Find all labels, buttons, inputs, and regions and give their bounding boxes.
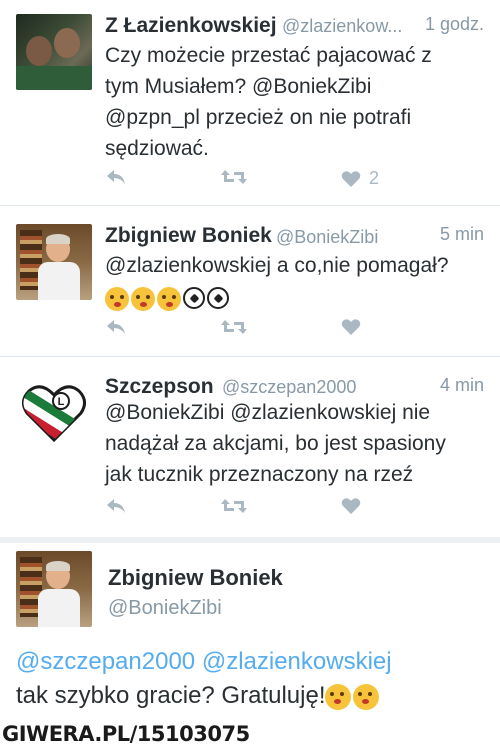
retweet-button[interactable] bbox=[220, 497, 248, 515]
author-name[interactable]: Zbigniew Boniek bbox=[105, 224, 272, 248]
heart-icon bbox=[341, 498, 361, 514]
text-line: @pzpn_pl przecież on nie potrafi bbox=[105, 106, 412, 129]
like-button[interactable]: 2 bbox=[341, 168, 379, 189]
tweet-text: @zlazienkowskiej a co,nie pomagał? bbox=[105, 250, 490, 312]
avatar[interactable] bbox=[16, 551, 92, 627]
avatar[interactable] bbox=[16, 14, 92, 90]
text-line: nadążał za akcjami, bo jest spasiony bbox=[105, 432, 446, 455]
tweet-2[interactable]: Zbigniew Boniek @BoniekZibi 5 min @zlazi… bbox=[0, 206, 500, 356]
tweet-actions: 2 bbox=[105, 168, 405, 194]
reply-icon bbox=[107, 499, 125, 513]
mention-link[interactable]: @zlazienkowskiej bbox=[202, 648, 392, 675]
avatar[interactable] bbox=[16, 224, 92, 300]
kissing-face-icon bbox=[353, 683, 380, 710]
reply-icon bbox=[107, 170, 125, 184]
kissing-face-icon bbox=[157, 286, 181, 311]
tweet-actions bbox=[105, 497, 405, 523]
reply-icon bbox=[107, 320, 125, 334]
reply-button[interactable] bbox=[105, 497, 127, 515]
retweet-icon bbox=[221, 170, 247, 184]
author-handle[interactable]: @zlazienkow... bbox=[282, 16, 402, 37]
soccer-ball-icon bbox=[183, 286, 205, 309]
author-handle[interactable]: @BoniekZibi bbox=[276, 227, 378, 248]
retweet-icon bbox=[221, 499, 247, 513]
retweet-button[interactable] bbox=[220, 318, 248, 336]
tweet-3[interactable]: L Szczepson @szczepan2000 4 min @BoniekZ… bbox=[0, 357, 500, 537]
tweet-actions bbox=[105, 318, 405, 344]
reply-button[interactable] bbox=[105, 318, 127, 336]
emoji-row bbox=[105, 286, 229, 311]
author-name[interactable]: Z Łazienkowskiej bbox=[105, 14, 277, 38]
avatar[interactable]: L bbox=[16, 375, 92, 451]
kissing-face-icon bbox=[131, 286, 155, 311]
text-line: sędziować. bbox=[105, 137, 209, 160]
emoji-row bbox=[325, 683, 380, 710]
watermark: GIWERA.PL/15103075 bbox=[2, 722, 250, 746]
author-handle[interactable]: @szczepan2000 bbox=[222, 377, 356, 398]
tweet-text: @BoniekZibi @zlazienkowskiej nie nadążał… bbox=[105, 397, 490, 490]
text-line: Czy możecie przestać pajacować z bbox=[105, 44, 432, 67]
retweet-icon bbox=[221, 320, 247, 334]
timestamp: 4 min bbox=[439, 375, 484, 395]
like-button[interactable] bbox=[341, 318, 361, 336]
legia-heart-logo: L bbox=[22, 385, 86, 443]
timestamp: 1 godz. bbox=[424, 14, 484, 34]
kissing-face-icon bbox=[105, 286, 129, 311]
text-line: tak szybko gracie? Gratuluję! bbox=[16, 682, 326, 709]
author-name[interactable]: Szczepson bbox=[105, 375, 214, 399]
retweet-button[interactable] bbox=[220, 168, 248, 186]
heart-icon bbox=[341, 319, 361, 335]
text-line: jak tucznik przeznaczony na rzeź bbox=[105, 463, 414, 486]
tweet-text: Czy możecie przestać pajacować z tym Mus… bbox=[105, 40, 490, 164]
like-count: 2 bbox=[369, 168, 380, 188]
text-line: @BoniekZibi @zlazienkowskiej nie bbox=[105, 401, 431, 424]
mention-link[interactable]: @szczepan2000 bbox=[16, 648, 195, 675]
reply-button[interactable] bbox=[105, 168, 127, 186]
author-handle[interactable]: @BoniekZibi bbox=[108, 597, 222, 620]
text-line: tym Musiałem? @BoniekZibi bbox=[105, 75, 372, 98]
author-name[interactable]: Zbigniew Boniek bbox=[108, 565, 283, 591]
soccer-ball-icon bbox=[207, 286, 229, 309]
svg-text:L: L bbox=[58, 396, 65, 408]
heart-icon bbox=[341, 170, 361, 187]
text-line: @zlazienkowskiej a co,nie pomagał? bbox=[105, 254, 449, 277]
kissing-face-icon bbox=[325, 683, 352, 710]
tweet-1[interactable]: Z Łazienkowskiej @zlazienkow... 1 godz. … bbox=[0, 0, 500, 205]
like-button[interactable] bbox=[341, 497, 361, 515]
timestamp: 5 min bbox=[439, 224, 484, 244]
tweet-text: @szczepan2000 @zlazienkowskiej tak szybk… bbox=[16, 645, 486, 713]
